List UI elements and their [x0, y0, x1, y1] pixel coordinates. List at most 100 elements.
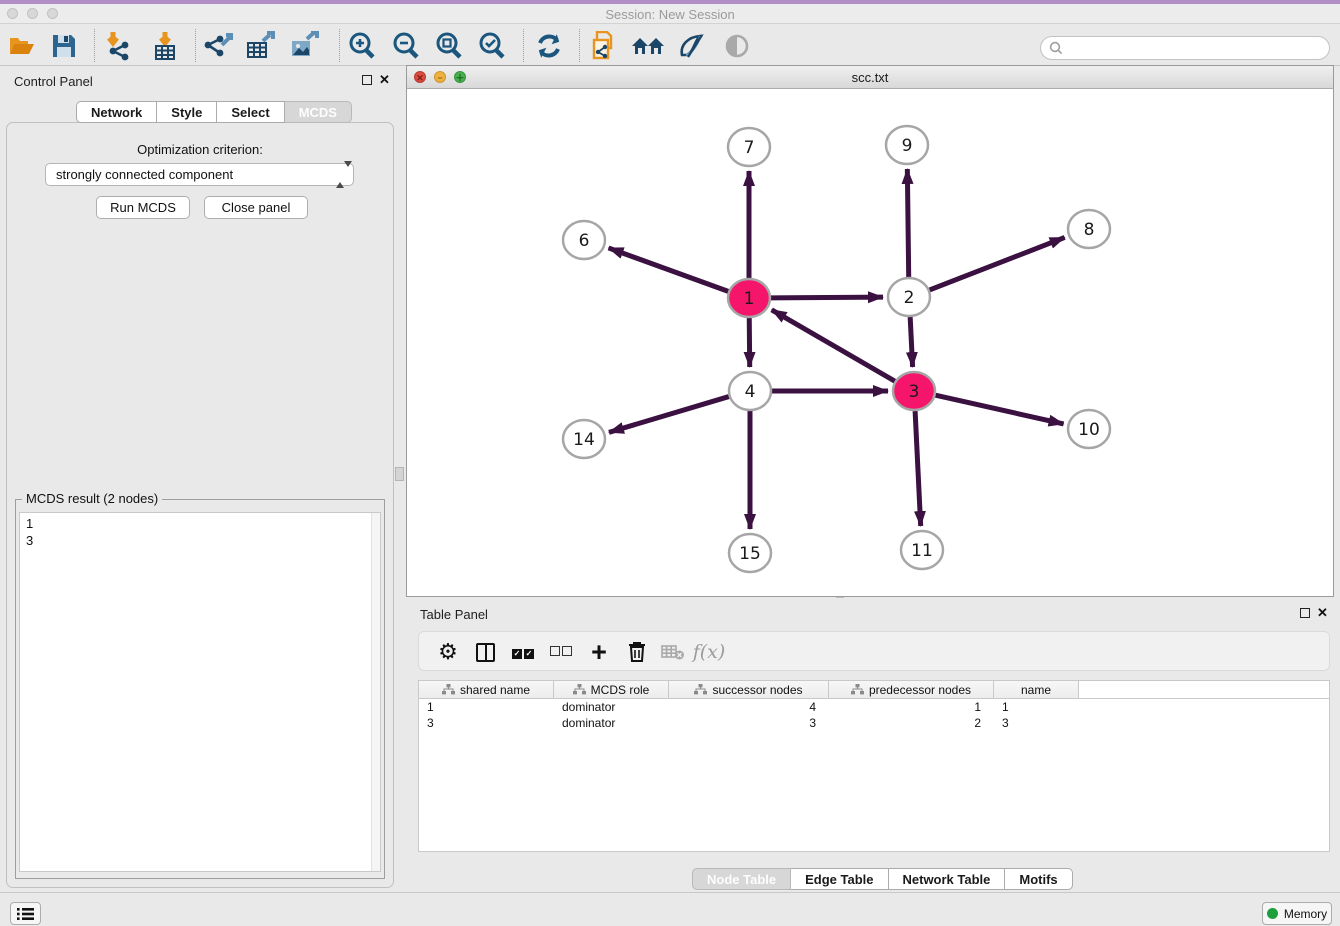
delete-column-icon[interactable]: [657, 636, 689, 668]
column-header-name[interactable]: name: [994, 681, 1079, 698]
zoom-out-icon[interactable]: [388, 28, 424, 64]
table-row[interactable]: 3 dominator 3 2 3: [419, 715, 1329, 731]
svg-text:7: 7: [744, 138, 755, 158]
mcds-panel: Optimization criterion: strongly connect…: [6, 122, 394, 888]
svg-text:3: 3: [909, 382, 920, 402]
import-network-icon[interactable]: [100, 28, 136, 64]
graph-edge-1-2[interactable]: [771, 297, 883, 298]
network-graph-canvas[interactable]: 7 9 6 8 1 2 4 3 14 10 15 11: [407, 89, 1333, 596]
graph-node-10[interactable]: 10: [1068, 410, 1110, 448]
graph-node-2[interactable]: 2: [888, 278, 930, 316]
graph-node-4[interactable]: 4: [729, 372, 771, 410]
deselect-all-columns-icon[interactable]: [545, 636, 577, 668]
graph-node-9[interactable]: 9: [886, 126, 928, 164]
tab-style[interactable]: Style: [157, 101, 217, 123]
delete-rows-trash-icon[interactable]: [621, 636, 653, 668]
import-table-icon[interactable]: [147, 28, 183, 64]
graph-node-8[interactable]: 8: [1068, 210, 1110, 248]
export-image-icon[interactable]: [287, 28, 323, 64]
control-panel-float-icon[interactable]: [362, 75, 372, 85]
graph-node-14[interactable]: 14: [563, 420, 605, 458]
svg-text:1: 1: [744, 289, 755, 309]
column-label: predecessor nodes: [869, 683, 971, 697]
column-type-icon: [573, 684, 586, 695]
column-type-icon: [694, 684, 707, 695]
show-all-networks-icon[interactable]: [630, 28, 666, 64]
memory-status-dot: [1267, 908, 1278, 919]
refresh-view-icon[interactable]: [531, 28, 567, 64]
svg-text:2: 2: [904, 288, 915, 308]
column-label: MCDS role: [591, 683, 650, 697]
cell-name: 1: [994, 699, 1079, 715]
column-label: shared name: [460, 683, 530, 697]
zoom-in-icon[interactable]: [344, 28, 380, 64]
table-settings-gear-icon[interactable]: ⚙: [432, 636, 464, 668]
vertical-splitter-grip[interactable]: [395, 467, 404, 481]
graph-edge-3-11[interactable]: [915, 411, 921, 526]
tab-motifs[interactable]: Motifs: [1005, 868, 1072, 890]
cell-predecessor-nodes: 1: [829, 699, 994, 715]
control-panel-header: Control Panel ✕: [0, 66, 400, 96]
control-panel-close-icon[interactable]: ✕: [379, 72, 390, 88]
show-columns-icon[interactable]: [469, 636, 501, 668]
toolbar-separator: [579, 29, 580, 62]
zoom-fit-icon[interactable]: [431, 28, 467, 64]
mcds-result-list[interactable]: 1 3: [19, 512, 381, 872]
cell-predecessor-nodes: 2: [829, 715, 994, 731]
graph-node-3[interactable]: 3: [893, 372, 935, 410]
tab-node-table[interactable]: Node Table: [692, 868, 791, 890]
graph-node-6[interactable]: 6: [563, 221, 605, 259]
apply-style-icon[interactable]: [674, 28, 710, 64]
zoom-selected-icon[interactable]: [474, 28, 510, 64]
criterion-select[interactable]: strongly connected component: [45, 163, 354, 186]
network-view-window: ✕ − ＋ scc.txt 7968124314101511: [406, 65, 1334, 597]
column-header-successor-nodes[interactable]: successor nodes: [669, 681, 829, 698]
column-header-mcds-role[interactable]: MCDS role: [554, 681, 669, 698]
open-file-icon[interactable]: [4, 28, 40, 64]
search-input[interactable]: [1067, 41, 1329, 55]
graph-node-7[interactable]: 7: [728, 128, 770, 166]
tab-mcds[interactable]: MCDS: [285, 101, 352, 123]
table-panel-close-icon[interactable]: ✕: [1317, 605, 1328, 621]
tab-select[interactable]: Select: [217, 101, 284, 123]
export-network-icon[interactable]: [200, 28, 236, 64]
tab-network-table[interactable]: Network Table: [889, 868, 1006, 890]
memory-button[interactable]: Memory: [1262, 902, 1332, 925]
tab-edge-table[interactable]: Edge Table: [791, 868, 888, 890]
export-table-icon[interactable]: [243, 28, 279, 64]
column-header-predecessor-nodes[interactable]: predecessor nodes: [829, 681, 994, 698]
cell-mcds-role: dominator: [554, 699, 669, 715]
toolbar-separator: [523, 29, 524, 62]
graph-edge-1-6[interactable]: [609, 248, 729, 291]
column-label: successor nodes: [712, 683, 802, 697]
run-mcds-button[interactable]: Run MCDS: [96, 196, 190, 219]
graph-edge-3-10[interactable]: [935, 395, 1063, 424]
column-header-shared-name[interactable]: shared name: [419, 681, 554, 698]
graph-node-11[interactable]: 11: [901, 531, 943, 569]
hide-selected-icon[interactable]: [719, 28, 755, 64]
graph-edge-3-1[interactable]: [772, 310, 895, 381]
save-session-icon[interactable]: [46, 28, 82, 64]
task-history-button[interactable]: [10, 902, 41, 925]
close-panel-button[interactable]: Close panel: [204, 196, 308, 219]
graph-edge-2-9[interactable]: [907, 169, 908, 277]
table-panel-bottom-strip: [406, 852, 1334, 866]
select-all-columns-icon[interactable]: ✓✓: [507, 636, 539, 668]
optimization-criterion-label: Optimization criterion:: [7, 142, 393, 157]
add-column-icon[interactable]: +: [583, 636, 615, 668]
copy-network-icon[interactable]: [586, 28, 622, 64]
graph-edge-2-3[interactable]: [910, 317, 912, 367]
graph-edge-2-8[interactable]: [930, 237, 1065, 289]
function-builder-icon[interactable]: f(x): [693, 636, 725, 668]
search-field[interactable]: [1040, 36, 1330, 60]
graph-edge-4-14[interactable]: [609, 397, 729, 433]
cell-shared-name: 3: [419, 715, 554, 731]
tab-network[interactable]: Network: [76, 101, 157, 123]
list-icon: [17, 907, 34, 921]
graph-node-1[interactable]: 1: [728, 279, 770, 317]
graph-node-15[interactable]: 15: [729, 534, 771, 572]
result-scrollbar[interactable]: [371, 513, 380, 871]
criterion-value: strongly connected component: [56, 167, 233, 182]
table-row[interactable]: 1 dominator 4 1 1: [419, 699, 1329, 715]
table-panel-float-icon[interactable]: [1300, 608, 1310, 618]
